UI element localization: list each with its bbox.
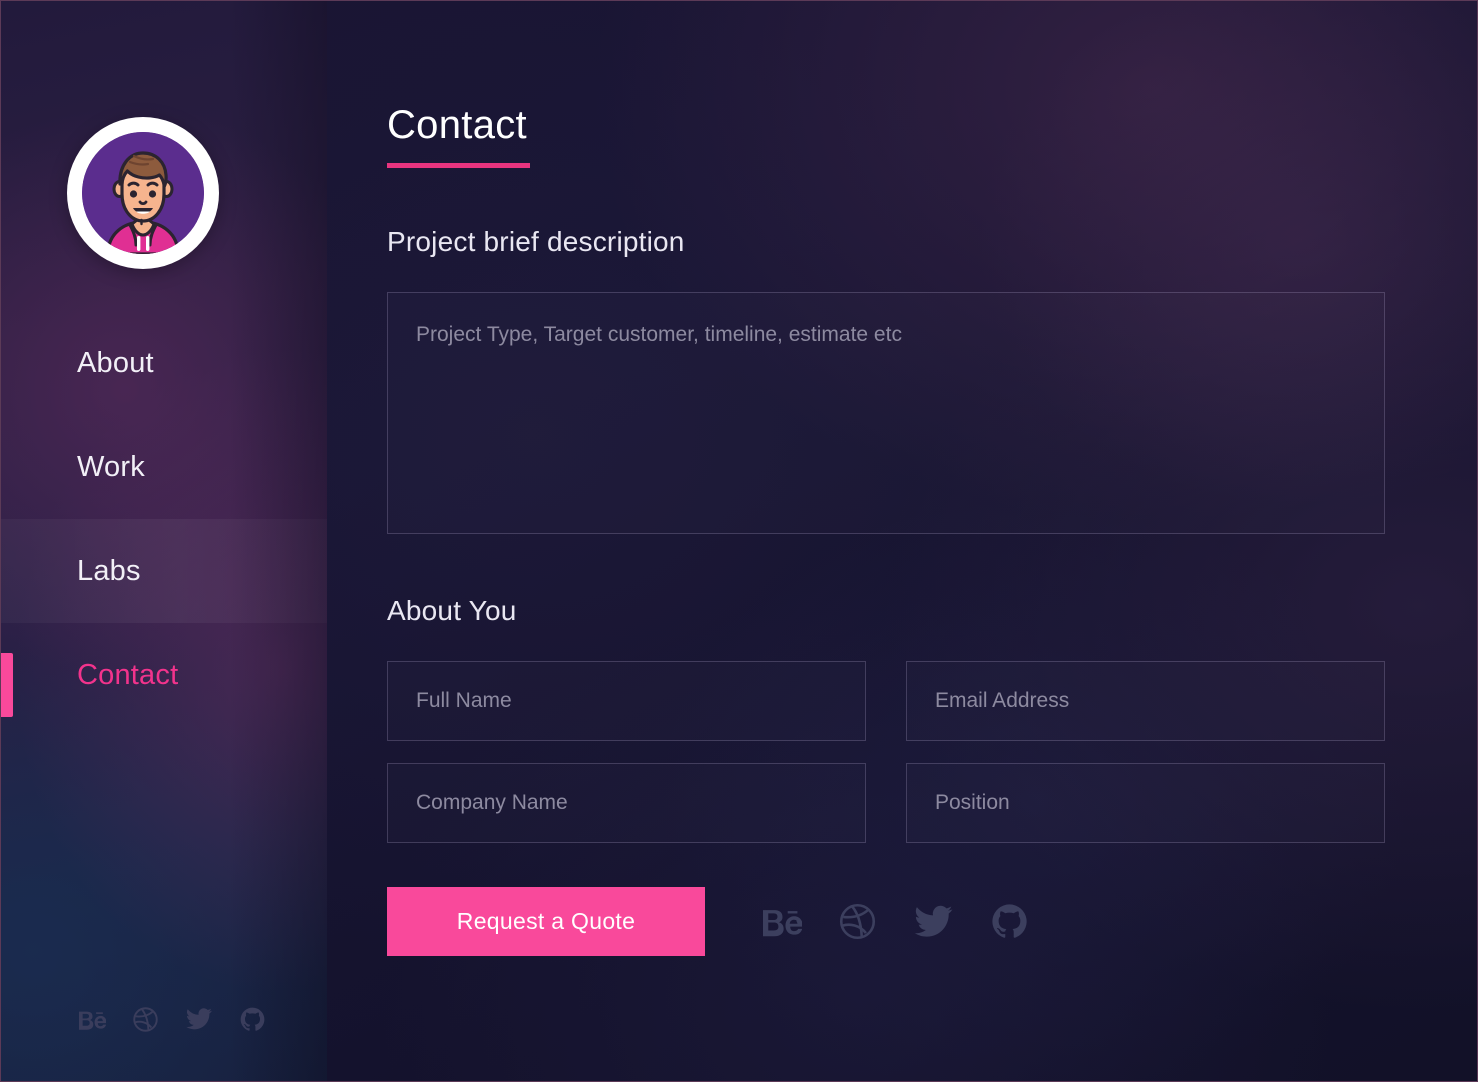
form-actions: Request a Quote (387, 887, 1385, 956)
dribbble-icon[interactable] (132, 1006, 159, 1033)
sidebar-item-labs[interactable]: Labs (1, 519, 327, 623)
project-brief-textarea[interactable] (387, 292, 1385, 534)
sidebar-item-label: Work (77, 450, 145, 483)
avatar-ring (67, 117, 219, 269)
page-title: Contact (387, 103, 527, 147)
avatar-image (82, 132, 204, 254)
brief-section-label: Project brief description (387, 226, 685, 257)
request-quote-button[interactable]: Request a Quote (387, 887, 705, 956)
avatar[interactable] (67, 117, 219, 269)
sidebar-item-contact[interactable]: Contact (1, 623, 327, 727)
twitter-icon[interactable] (913, 901, 954, 942)
sidebar-nav: About Work Labs Contact (1, 311, 327, 727)
sidebar-item-work[interactable]: Work (1, 415, 327, 519)
sidebar: About Work Labs Contact (1, 1, 327, 1081)
position-field[interactable] (906, 763, 1385, 843)
sidebar-social-links (79, 1005, 266, 1033)
sidebar-item-label: Labs (77, 554, 141, 587)
dribbble-icon[interactable] (838, 902, 877, 941)
main-content: Contact Project brief description About … (327, 1, 1477, 1081)
github-icon[interactable] (239, 1006, 266, 1033)
github-icon[interactable] (990, 902, 1029, 941)
active-indicator-bar (1, 653, 13, 717)
contact-form-panel: Contact Project brief description About … (387, 105, 1385, 956)
main-social-links (763, 901, 1029, 942)
sidebar-item-label: Contact (77, 658, 179, 691)
company-name-field[interactable] (387, 763, 866, 843)
avatar-illustration (82, 132, 204, 254)
sidebar-item-about[interactable]: About (1, 311, 327, 415)
sidebar-item-label: About (77, 346, 154, 379)
about-you-section-label: About You (387, 595, 517, 626)
app-window: About Work Labs Contact Contact Project … (0, 0, 1478, 1082)
behance-icon[interactable] (79, 1006, 106, 1033)
behance-icon[interactable] (763, 902, 802, 941)
about-you-fields (387, 661, 1385, 843)
twitter-icon[interactable] (185, 1005, 213, 1033)
email-field[interactable] (906, 661, 1385, 741)
full-name-field[interactable] (387, 661, 866, 741)
